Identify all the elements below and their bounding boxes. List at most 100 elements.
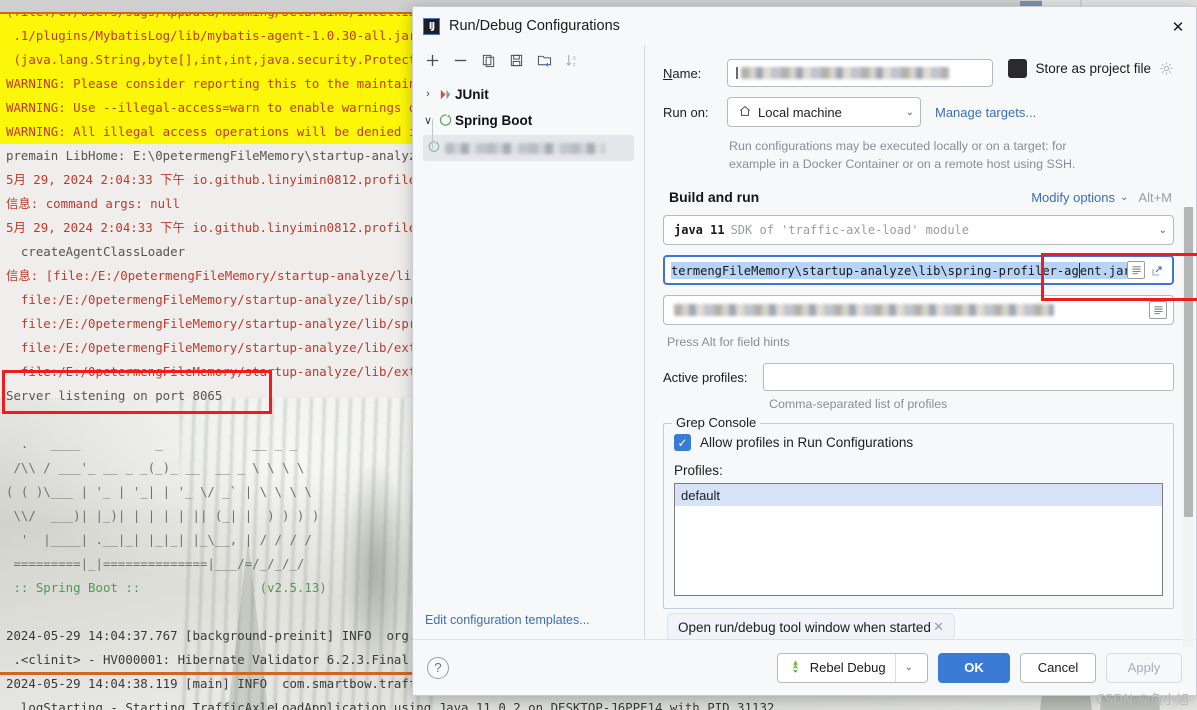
console-line: 2024-05-29 14:04:37.767 [background-prei… — [6, 628, 417, 643]
jrebel-icon — [788, 659, 803, 677]
expand-editor-icon[interactable] — [1127, 261, 1145, 279]
tree-node-spring-boot[interactable]: ∨ Spring Boot — [413, 107, 644, 133]
store-as-project-file-control[interactable]: Store as project file — [1008, 59, 1174, 78]
sort-configurations-button[interactable]: az — [559, 48, 585, 72]
vm-options-input[interactable]: termengFileMemory\startup-analyze\lib\sp… — [663, 255, 1174, 285]
scrollbar-thumb[interactable] — [1184, 207, 1193, 517]
configuration-form-scroll-area: Name: Store as project file Run on: Loca… — [645, 45, 1196, 639]
run-on-hint-line2: example in a Docker Container or on a re… — [729, 157, 1076, 171]
console-line: 5月 29, 2024 2:04:33 下午 io.github.linyimi… — [6, 172, 417, 187]
add-configuration-button[interactable] — [419, 48, 445, 72]
profiles-listbox[interactable]: default — [674, 483, 1163, 596]
modify-options-link[interactable]: Modify options — [1031, 190, 1115, 205]
run-on-select[interactable]: Local machine ⌄ — [727, 97, 921, 127]
console-line: file:/E:/0petermengFileMemory/startup-an… — [6, 340, 424, 355]
console-line: 5月 29, 2024 2:04:33 下午 io.github.linyimi… — [6, 220, 417, 235]
form-vertical-scrollbar[interactable] — [1183, 207, 1194, 647]
gear-icon[interactable] — [1159, 61, 1174, 76]
chevron-down-icon[interactable]: ⌄ — [1159, 225, 1167, 236]
chip-label: Open run/debug tool window when started — [678, 619, 931, 635]
configuration-name-blurred — [445, 142, 605, 154]
expand-editor-icon[interactable] — [1149, 301, 1167, 319]
open-in-window-icon[interactable] — [1150, 264, 1166, 276]
copy-configuration-button[interactable] — [475, 48, 501, 72]
chevron-down-icon[interactable]: ⌄ — [906, 107, 914, 118]
sdk-name: java 11 — [674, 223, 725, 237]
help-button[interactable]: ? — [427, 656, 449, 679]
run-on-label: Run on: — [663, 104, 709, 120]
close-icon[interactable]: ✕ — [933, 619, 944, 635]
chevron-right-icon[interactable]: › — [421, 88, 435, 100]
console-line: 2024-05-29 14:04:38.119 [main] INFO com.… — [6, 676, 417, 691]
svg-text:z: z — [572, 61, 575, 68]
cancel-button[interactable]: Cancel — [1020, 652, 1096, 683]
text-caret — [736, 67, 738, 79]
tree-node-junit[interactable]: › JUnit — [413, 81, 644, 107]
run-debug-configurations-dialog: IJ Run/Debug Configurations ✕ a z › JUni… — [412, 6, 1197, 696]
new-folder-button[interactable] — [531, 48, 557, 72]
list-item[interactable]: default — [675, 484, 1162, 506]
divider — [894, 653, 896, 682]
active-profiles-row: Active profiles: — [663, 363, 1174, 391]
run-on-row: Run on: Local machine ⌄ Manage targets..… — [663, 97, 1174, 127]
console-line: . ____ _ __ _ _ — [6, 436, 297, 451]
allow-profiles-label: Allow profiles in Run Configurations — [700, 435, 914, 450]
allow-profiles-row[interactable]: ✓ Allow profiles in Run Configurations — [674, 434, 1163, 451]
console-line: createAgentClassLoader — [6, 244, 186, 259]
ok-button[interactable]: OK — [938, 652, 1010, 683]
dialog-footer: ? Rebel Debug ⌄ OK Cancel Apply — [413, 639, 1196, 695]
console-line: :: Spring Boot :: (v2.5.13) — [6, 580, 327, 595]
tree-node-selected-configuration[interactable] — [423, 135, 634, 161]
console-output-text[interactable]: (file:/C:/Users/sdgs/AppData/Roaming/Jet… — [0, 0, 774, 710]
footer-actions: Rebel Debug ⌄ OK Cancel Apply — [776, 652, 1182, 683]
allow-profiles-checkbox[interactable]: ✓ — [674, 434, 691, 451]
name-value-blurred — [741, 67, 949, 79]
save-configuration-button[interactable] — [503, 48, 529, 72]
console-line: WARNING: Use --illegal-access=warn to en… — [0, 96, 416, 120]
name-input[interactable] — [727, 59, 993, 87]
console-line: .<clinit> - HV000001: Hibernate Validato… — [6, 652, 409, 667]
main-class-input[interactable] — [663, 295, 1174, 325]
configurations-tree[interactable]: › JUnit ∨ Spring Boot — [413, 75, 644, 603]
console-line: \\/ ___)| |_)| | | | | || (_| | ) ) ) ) — [6, 508, 320, 523]
edit-configuration-templates-link[interactable]: Edit configuration templates... — [413, 603, 644, 639]
close-icon[interactable]: ✕ — [1168, 17, 1188, 37]
console-line: Server listening on port 8065 — [6, 388, 223, 403]
chevron-down-icon[interactable]: ⌄ — [905, 662, 917, 673]
chevron-down-icon[interactable]: ⌄ — [1120, 192, 1128, 203]
console-line: (java.lang.String,byte[],int,int,java.se… — [0, 48, 416, 72]
build-and-run-title: Build and run — [669, 189, 760, 205]
remove-configuration-button[interactable] — [447, 48, 473, 72]
manage-targets-link[interactable]: Manage targets... — [935, 105, 1036, 120]
console-line: 信息: command args: null — [6, 196, 180, 211]
press-alt-hint: Press Alt for field hints — [667, 335, 790, 349]
sdk-description: SDK of 'traffic-axle-load' module — [730, 223, 969, 237]
configurations-tree-panel: az › JUnit ∨ Spring Boot Edit configurat… — [413, 45, 645, 639]
console-line: .1/plugins/MybatisLog/lib/mybatis-agent-… — [0, 24, 416, 48]
console-line: /\\ / ___'_ __ _ _(_)_ __ __ _ \ \ \ \ — [6, 460, 305, 475]
console-line: file:/E:/0petermengFileMemory/startup-an… — [6, 316, 424, 331]
run-on-value: Local machine — [758, 104, 842, 120]
console-line: file:/E:/0petermengFileMemory/startup-an… — [6, 292, 424, 307]
console-line: WARNING: Please consider reporting this … — [0, 72, 416, 96]
spring-boot-icon — [435, 113, 455, 128]
vm-options-value: termengFileMemory\startup-analyze\lib\sp… — [671, 261, 1127, 279]
console-line: file:/E:/0petermengFileMemory/startup-an… — [6, 364, 424, 379]
dialog-title: Run/Debug Configurations — [449, 18, 620, 34]
store-as-project-file-checkbox[interactable] — [1008, 59, 1028, 78]
grep-console-group: Grep Console ✓ Allow profiles in Run Con… — [663, 415, 1174, 609]
csdn-watermark: CSDN @鱼小旭 — [1095, 693, 1189, 708]
tree-node-label: JUnit — [455, 86, 489, 102]
open-tool-window-chip[interactable]: Open run/debug tool window when started … — [667, 613, 955, 639]
apply-button: Apply — [1106, 652, 1182, 683]
sdk-select[interactable]: java 11 SDK of 'traffic-axle-load' modul… — [663, 215, 1174, 245]
spring-boot-icon — [427, 140, 441, 157]
rebel-debug-button[interactable]: Rebel Debug ⌄ — [776, 652, 928, 683]
console-line: =========|_|==============|___/=/_/_/_/ — [6, 556, 305, 571]
chip-holder: Open run/debug tool window when started … — [667, 611, 1174, 639]
active-profiles-input[interactable] — [763, 363, 1174, 391]
profiles-list-label: Profiles: — [674, 463, 723, 478]
store-as-project-file-label: Store as project file — [1035, 61, 1151, 76]
rebel-debug-label: Rebel Debug — [809, 660, 886, 675]
